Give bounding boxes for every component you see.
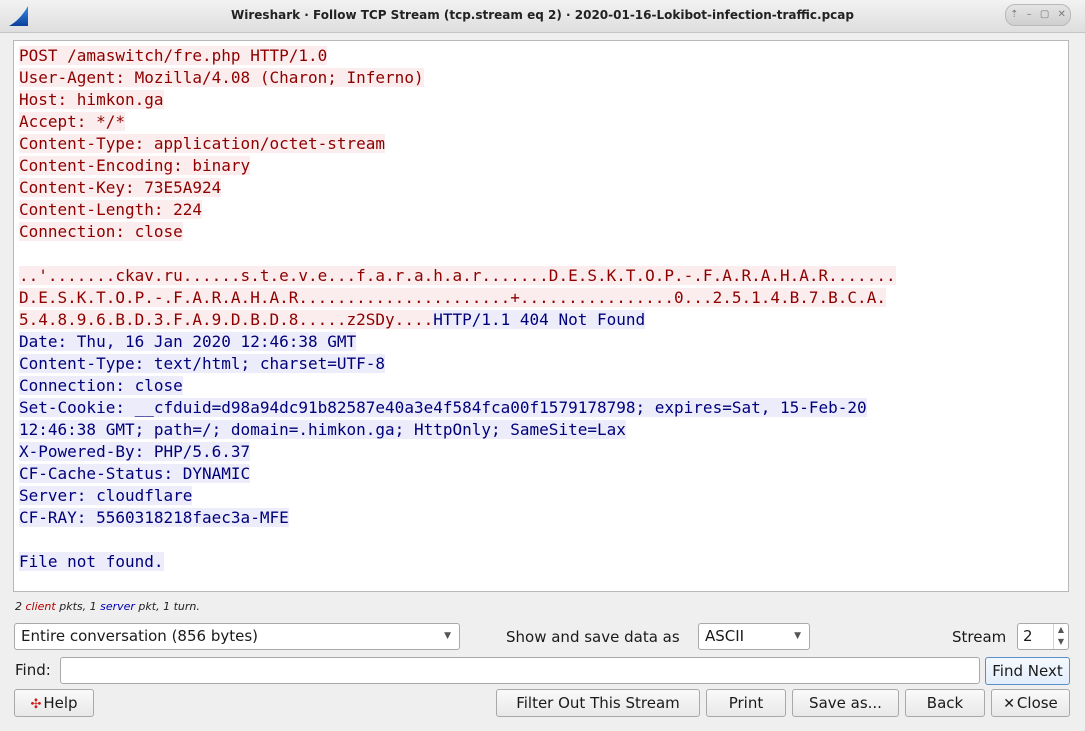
server-text: Connection: close	[19, 376, 183, 395]
client-text: POST /amaswitch/fre.php HTTP/1.0	[19, 46, 328, 65]
client-word: client	[25, 600, 56, 613]
stream-line: Content-Length: 224	[19, 199, 1068, 221]
client-text: Connection: close	[19, 222, 183, 241]
stream-line	[19, 243, 1068, 265]
print-label: Print	[728, 694, 764, 712]
server-text: 12:46:38 GMT; path=/; domain=.himkon.ga;…	[19, 420, 626, 439]
server-text: File not found.	[19, 552, 164, 571]
shade-icon[interactable]: ⇡	[1010, 10, 1018, 20]
client-text: Accept: */*	[19, 112, 125, 131]
stream-line: 12:46:38 GMT; path=/; domain=.himkon.ga;…	[19, 419, 1068, 441]
stream-line: User-Agent: Mozilla/4.08 (Charon; Infern…	[19, 67, 1068, 89]
stream-line: Set-Cookie: __cfduid=d98a94dc91b82587e40…	[19, 397, 1068, 419]
server-word: server	[100, 600, 135, 613]
conversation-select-value: Entire conversation (856 bytes)	[21, 627, 259, 645]
format-select-value: ASCII	[705, 627, 745, 645]
close-window-icon[interactable]: ✕	[1058, 10, 1066, 20]
help-icon: ✣	[30, 697, 42, 712]
stream-line: Content-Encoding: binary	[19, 155, 1068, 177]
stream-line: Content-Type: application/octet-stream	[19, 133, 1068, 155]
client-text: Host: himkon.ga	[19, 90, 164, 109]
server-text: Set-Cookie: __cfduid=d98a94dc91b82587e40…	[19, 398, 867, 417]
help-label: Help	[43, 694, 78, 712]
stream-line: Accept: */*	[19, 111, 1068, 133]
server-text: X-Powered-By: PHP/5.6.37	[19, 442, 251, 461]
client-text: ..'.......ckav.ru......s.t.e.v.e...f.a.r…	[19, 266, 896, 285]
find-label: Find:	[15, 661, 51, 679]
server-text: Server: cloudflare	[19, 486, 193, 505]
client-count: 2	[15, 600, 22, 613]
stream-line: Server: cloudflare	[19, 485, 1068, 507]
client-text: Content-Encoding: binary	[19, 156, 251, 175]
find-next-button[interactable]: Find Next	[985, 657, 1070, 685]
client-text: Content-Length: 224	[19, 200, 203, 219]
show-save-label: Show and save data as	[506, 628, 680, 646]
save-as-label: Save as...	[809, 694, 882, 712]
client-text: Content-Type: application/octet-stream	[19, 134, 386, 153]
back-button[interactable]: Back	[905, 689, 985, 717]
stream-spinbox-value: 2	[1023, 627, 1033, 645]
conversation-select[interactable]: Entire conversation (856 bytes) ▼	[14, 623, 460, 650]
title-bar: Wireshark · Follow TCP Stream (tcp.strea…	[0, 0, 1085, 33]
packet-summary: 2 client pkts, 1 server pkt, 1 turn.	[15, 600, 200, 613]
client-text: D.E.S.K.T.O.P.-.F.A.R.A.H.A.R...........…	[19, 288, 886, 307]
help-button[interactable]: ✣ Help	[14, 689, 94, 717]
client-text: Content-Key: 73E5A924	[19, 178, 222, 197]
stream-line: 5.4.8.9.6.B.D.3.F.A.9.D.B.D.8.....z2SDy.…	[19, 309, 1068, 331]
back-label: Back	[926, 694, 964, 712]
close-icon: ✕	[1003, 696, 1015, 712]
summary-tail: pkt, 1 turn.	[134, 600, 200, 613]
close-label: Close	[1016, 694, 1058, 712]
stream-line	[19, 529, 1068, 551]
stream-line: CF-Cache-Status: DYNAMIC	[19, 463, 1068, 485]
format-select[interactable]: ASCII ▼	[698, 623, 810, 650]
window-controls: ⇡ – ▢ ✕	[1005, 4, 1071, 26]
stream-line: CF-RAY: 5560318218faec3a-MFE	[19, 507, 1068, 529]
client-text: User-Agent: Mozilla/4.08 (Charon; Infern…	[19, 68, 424, 87]
chevron-down-icon: ▼	[794, 631, 801, 641]
close-button[interactable]: ✕ Close	[991, 689, 1070, 717]
server-text: HTTP/1.1 404 Not Found	[433, 310, 646, 329]
stream-line: Content-Type: text/html; charset=UTF-8	[19, 353, 1068, 375]
chevron-down-icon: ▼	[444, 631, 451, 641]
stream-line: File not found.	[19, 551, 1068, 573]
client-text: 5.4.8.9.6.B.D.3.F.A.9.D.B.D.8.....z2SDy.…	[19, 310, 434, 329]
stream-line: ..'.......ckav.ru......s.t.e.v.e...f.a.r…	[19, 265, 1068, 287]
print-button[interactable]: Print	[706, 689, 786, 717]
minimize-icon[interactable]: –	[1027, 10, 1032, 20]
stream-line: D.E.S.K.T.O.P.-.F.A.R.A.H.A.R...........…	[19, 287, 1068, 309]
server-text: CF-RAY: 5560318218faec3a-MFE	[19, 508, 289, 527]
spin-arrows-icon[interactable]: ▲ ▼	[1053, 624, 1068, 649]
save-as-button[interactable]: Save as...	[792, 689, 899, 717]
stream-line: Content-Key: 73E5A924	[19, 177, 1068, 199]
stream-label: Stream	[952, 628, 1007, 646]
stream-line: X-Powered-By: PHP/5.6.37	[19, 441, 1068, 463]
stream-line: Connection: close	[19, 221, 1068, 243]
server-text: CF-Cache-Status: DYNAMIC	[19, 464, 251, 483]
stream-content[interactable]: POST /amaswitch/fre.php HTTP/1.0 User-Age…	[13, 40, 1069, 592]
server-text: Content-Type: text/html; charset=UTF-8	[19, 354, 386, 373]
filter-out-stream-button[interactable]: Filter Out This Stream	[496, 689, 700, 717]
stream-line: Host: himkon.ga	[19, 89, 1068, 111]
stream-line: Date: Thu, 16 Jan 2020 12:46:38 GMT	[19, 331, 1068, 353]
filter-out-label: Filter Out This Stream	[516, 694, 680, 712]
window-title: Wireshark · Follow TCP Stream (tcp.strea…	[231, 8, 854, 22]
stream-spinbox[interactable]: 2 ▲ ▼	[1017, 623, 1069, 650]
server-text: Date: Thu, 16 Jan 2020 12:46:38 GMT	[19, 332, 357, 351]
stream-line: POST /amaswitch/fre.php HTTP/1.0	[19, 45, 1068, 67]
find-next-label: Find Next	[992, 662, 1063, 680]
stream-line: Connection: close	[19, 375, 1068, 397]
maximize-icon[interactable]: ▢	[1040, 10, 1049, 20]
find-input[interactable]	[60, 657, 980, 684]
summary-mid: pkts, 1	[55, 600, 101, 613]
